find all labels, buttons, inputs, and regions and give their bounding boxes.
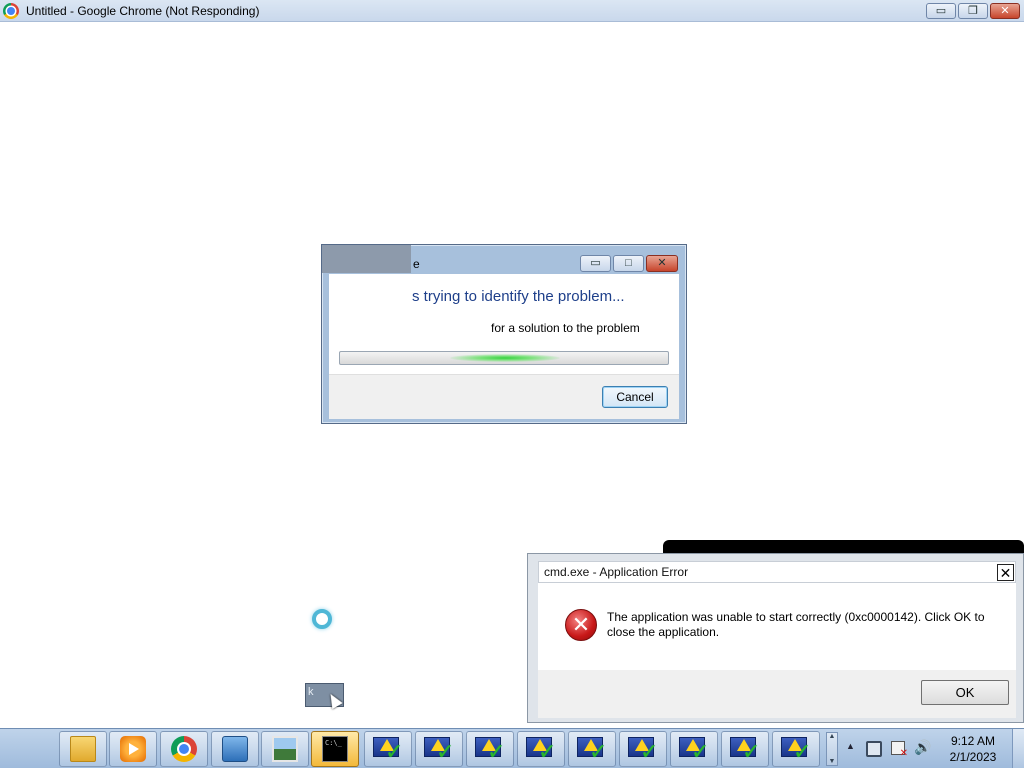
taskbar-warning-app-button[interactable]: ✓ [670, 731, 718, 767]
taskbar-warning-app-button[interactable]: ✓ [772, 731, 820, 767]
warning-check-icon: ✓ [475, 735, 505, 763]
taskbar-warning-app-button[interactable]: ✓ [364, 731, 412, 767]
photo-viewer-icon [272, 736, 298, 762]
maximize-icon: □ [625, 257, 632, 269]
minimize-button[interactable]: ▭ [926, 3, 956, 19]
taskbar-photo-viewer-button[interactable] [261, 731, 309, 767]
clock-time: 9:12 AM [950, 734, 996, 748]
taskbar-warning-app-button[interactable]: ✓ [466, 731, 514, 767]
taskbar-warning-app-button[interactable]: ✓ [568, 731, 616, 767]
minimize-button[interactable]: ▭ [580, 255, 611, 272]
taskbar-warning-app-button[interactable]: ✓ [517, 731, 565, 767]
desktop: Untitled - Google Chrome (Not Responding… [0, 0, 1024, 768]
taskbar-warning-app-button[interactable]: ✓ [721, 731, 769, 767]
folder-icon [70, 736, 96, 762]
warning-check-icon: ✓ [373, 735, 403, 763]
close-button[interactable]: ✕ [646, 255, 678, 272]
show-desktop-button[interactable] [1012, 729, 1024, 768]
warning-check-icon: ✓ [679, 735, 709, 763]
dialog-title: e [413, 257, 420, 271]
taskbar-explorer-button[interactable] [59, 731, 107, 767]
title-obscured-region [322, 245, 411, 273]
network-icon[interactable] [866, 741, 882, 757]
chrome-title-bar[interactable]: Untitled - Google Chrome (Not Responding… [0, 0, 1024, 22]
system-clock[interactable]: 9:12 AM 2/1/2023 [940, 733, 1006, 765]
minimize-icon: ▭ [590, 257, 601, 269]
taskbar-remote-desktop-button[interactable] [211, 731, 259, 767]
dialog-footer: OK [538, 670, 1016, 718]
error-x-icon: ✕ [565, 609, 597, 641]
taskbar-chrome-button[interactable] [160, 731, 208, 767]
warning-check-icon: ✓ [577, 735, 607, 763]
taskbar-scroll[interactable]: ▲ ▼ [826, 732, 838, 766]
window-title: Untitled - Google Chrome (Not Responding… [26, 4, 260, 18]
warning-check-icon: ✓ [781, 735, 811, 763]
warning-check-icon: ✓ [628, 735, 658, 763]
action-center-flag-icon[interactable] [891, 741, 908, 759]
problem-reporting-dialog: e ▭ □ ✕ s trying to identify the problem… [321, 244, 687, 424]
close-icon: ✕ [1000, 4, 1010, 17]
media-player-icon [120, 736, 146, 762]
scroll-down-icon[interactable]: ▼ [829, 758, 836, 765]
error-message: The application was unable to start corr… [607, 610, 985, 639]
restore-button[interactable]: ❐ [958, 3, 988, 19]
warning-check-icon: ✓ [730, 735, 760, 763]
chrome-icon [171, 736, 197, 762]
close-icon: ✕ [657, 257, 667, 269]
application-error-dialog: cmd.exe - Application Error ✕ ✕ The appl… [527, 553, 1024, 723]
fragment-text: k [308, 686, 314, 698]
close-icon: ✕ [999, 564, 1012, 581]
dialog-body: s trying to identify the problem... for … [329, 274, 679, 419]
close-button[interactable]: ✕ [997, 564, 1014, 581]
cancel-button[interactable]: Cancel [602, 386, 668, 408]
taskbar: C:\_ ✓ ✓ ✓ ✓ ✓ ✓ ✓ ✓ ✓ ▲ ▼ ▲ 🔊 9:12 AM 2… [0, 728, 1024, 768]
warning-check-icon: ✓ [526, 735, 556, 763]
dialog-title-bar[interactable]: cmd.exe - Application Error ✕ [538, 561, 1016, 583]
minimize-icon: ▭ [935, 4, 947, 17]
taskbar-cmd-button[interactable]: C:\_ [311, 731, 359, 767]
dialog-subtext: for a solution to the problem [491, 321, 640, 335]
maximize-button[interactable]: □ [613, 255, 644, 272]
taskbar-warning-app-button[interactable]: ✓ [415, 731, 463, 767]
taskbar-warning-app-button[interactable]: ✓ [619, 731, 667, 767]
clock-date: 2/1/2023 [949, 750, 997, 764]
ok-button[interactable]: OK [921, 680, 1009, 705]
dialog-title: cmd.exe - Application Error [544, 565, 689, 579]
volume-icon[interactable]: 🔊 [914, 740, 931, 754]
progress-marquee [450, 354, 560, 362]
busy-spinner-icon [312, 609, 332, 629]
cmd-icon: C:\_ [322, 736, 348, 762]
scroll-up-icon[interactable]: ▲ [829, 733, 836, 740]
dialog-body: ✕ The application was unable to start co… [538, 583, 1016, 670]
remote-desktop-icon [222, 736, 248, 762]
close-button[interactable]: ✕ [990, 3, 1020, 19]
restore-icon: ❐ [968, 4, 978, 17]
show-hidden-icons-icon[interactable]: ▲ [846, 741, 855, 751]
taskbar-media-player-button[interactable] [109, 731, 157, 767]
progress-bar [339, 351, 669, 365]
dialog-heading: s trying to identify the problem... [412, 288, 625, 305]
dialog-footer: Cancel [329, 374, 679, 419]
chrome-logo-icon [3, 3, 19, 19]
warning-check-icon: ✓ [424, 735, 454, 763]
